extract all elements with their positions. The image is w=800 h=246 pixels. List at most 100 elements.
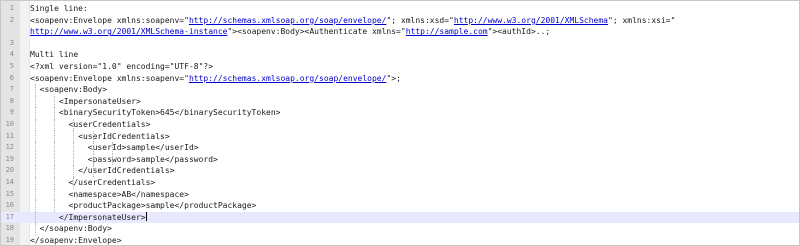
code-lines[interactable]: 1 Single line: 2 <soapenv:Envelope xmlns:so… — [1, 3, 799, 246]
line-number: 4 — [9, 50, 14, 59]
line-text: <binarySecurityToken>645</binarySecurity… — [30, 107, 281, 119]
line-text: http://www.w3.org/2001/XMLSchema-instanc… — [30, 26, 550, 38]
line-text: </soapenv:Envelope> — [30, 235, 122, 246]
line-text: Multi line — [30, 49, 78, 61]
indent-guide — [34, 153, 36, 166]
line-text: </ImpersonateUser> — [30, 211, 147, 224]
line-number: 8 — [9, 96, 14, 105]
line-number: 19 — [5, 154, 14, 163]
code-line[interactable]: 7 <soapenv:Body> — [1, 84, 799, 96]
indent-guide — [92, 153, 94, 166]
line-number: 2 — [9, 15, 14, 24]
line-text: </userIdCredentials> — [30, 165, 175, 177]
code-line[interactable]: 3 — [1, 38, 799, 50]
code-line[interactable]: 4 Multi line — [1, 49, 799, 61]
indent-guide — [54, 130, 56, 143]
indent-guide — [111, 142, 113, 154]
url-link[interactable]: http://schemas.xmlsoap.org/soap/envelope… — [189, 16, 386, 25]
indent-guide — [73, 142, 75, 154]
url-link[interactable]: http://sample.com — [406, 27, 488, 36]
line-number: 7 — [9, 85, 14, 94]
indent-guide — [92, 142, 94, 154]
line-text: Single line: — [30, 3, 88, 15]
line-number: 18 — [5, 224, 14, 233]
indent-guide — [34, 95, 36, 108]
code-line[interactable]: 10 <userCredentials> — [1, 118, 799, 131]
code-line[interactable]: 6 <soapenv:Envelope xmlns:soapenv="http:/… — [1, 73, 799, 85]
line-number: 10 — [5, 119, 14, 128]
line-number: 16 — [5, 201, 14, 210]
indent-guide — [34, 107, 36, 119]
code-line[interactable]: 20 </userIdCredentials> — [1, 165, 799, 177]
indent-guide — [73, 165, 75, 177]
indent-guide — [34, 223, 36, 235]
line-text: <productPackage>sample</productPackage> — [30, 200, 257, 212]
code-text: <soapenv:Envelope xmlns:soapenv=" — [30, 15, 189, 25]
code-line[interactable]: 18 </soapenv:Body> — [1, 223, 799, 235]
line-text: <userIdCredentials> — [30, 131, 170, 143]
text-editor[interactable]: 1 Single line: 2 <soapenv:Envelope xmlns:so… — [0, 0, 800, 246]
line-number: 3 — [9, 38, 14, 47]
line-text: <userId>sample</userId> — [30, 142, 199, 154]
url-link[interactable]: http://www.w3.org/2001/XMLSchema — [454, 16, 608, 25]
indent-guide — [54, 165, 56, 177]
code-line[interactable]: 15 <namespace>AB</namespace> — [1, 188, 799, 201]
indent-guide — [34, 130, 36, 143]
code-text: <ImpersonateUser> — [30, 96, 141, 106]
code-line[interactable]: 8 <ImpersonateUser> — [1, 95, 799, 108]
indent-guide — [73, 118, 75, 131]
code-text: <?xml version="1.0" encoding="UTF-8"?> — [30, 61, 214, 71]
code-text: <userId>sample</userId> — [30, 143, 199, 153]
code-text: <soapenv:Envelope xmlns:soapenv=" — [30, 73, 189, 83]
line-text: </userCredentials> — [30, 177, 156, 189]
line-text: </soapenv:Body> — [30, 223, 112, 235]
code-line[interactable]: 2 <soapenv:Envelope xmlns:soapenv="http:/… — [1, 15, 799, 27]
code-line-current[interactable]: 17 </ImpersonateUser> — [1, 211, 799, 224]
indent-guide — [73, 130, 75, 143]
code-line[interactable]: 11 <userIdCredentials> — [1, 130, 799, 143]
code-line[interactable]: 5 <?xml version="1.0" encoding="UTF-8"?> — [1, 61, 799, 73]
code-line[interactable]: 9 <binarySecurityToken>645</binarySecuri… — [1, 107, 799, 119]
indent-guide — [111, 153, 113, 166]
indent-guide — [34, 188, 36, 201]
code-line[interactable]: 1 Single line: — [1, 3, 799, 15]
line-text: <ImpersonateUser> — [30, 96, 141, 108]
code-line[interactable]: 19 <password>sample</password> — [1, 153, 799, 166]
line-number: 12 — [5, 143, 14, 152]
code-line[interactable]: http://www.w3.org/2001/XMLSchema-instanc… — [1, 26, 799, 38]
indent-guide — [54, 188, 56, 201]
line-text: <soapenv:Envelope xmlns:soapenv="http://… — [30, 15, 675, 27]
code-text: </userIdCredentials> — [30, 166, 175, 176]
url-link[interactable]: http://schemas.xmlsoap.org/soap/envelope… — [189, 74, 386, 83]
line-number: 20 — [5, 166, 14, 175]
code-text: <productPackage>sample</productPackage> — [30, 201, 257, 211]
indent-guide — [54, 200, 56, 212]
code-line[interactable]: 14 </userCredentials> — [1, 176, 799, 189]
code-text: "; xmlns:xsi=" — [608, 15, 676, 25]
code-text: <userIdCredentials> — [30, 131, 170, 141]
code-text: </ImpersonateUser> — [30, 212, 146, 222]
code-text: "><soapenv:Body><Authenticate xmlns=" — [227, 27, 406, 37]
code-text: Multi line — [30, 50, 79, 60]
line-number: 9 — [9, 108, 14, 117]
indent-guide — [54, 107, 56, 119]
indent-guide — [34, 165, 36, 177]
line-number: 11 — [5, 131, 14, 140]
indent-guide — [34, 142, 36, 154]
code-line[interactable]: 16 <productPackage>sample</productPackag… — [1, 200, 799, 212]
indent-guide — [92, 165, 94, 177]
code-line[interactable]: 12 <userId>sample</userId> — [1, 142, 799, 154]
url-link[interactable]: http://www.w3.org/2001/XMLSchema-instanc… — [30, 27, 227, 36]
code-text: <binarySecurityToken>645</binarySecurity… — [30, 108, 281, 118]
code-text: </soapenv:Body> — [30, 224, 112, 234]
indent-guide — [34, 84, 36, 96]
line-number: 17 — [5, 212, 14, 221]
code-text: "; xmlns:xsd=" — [386, 15, 454, 25]
line-number: 1 — [9, 4, 14, 12]
code-text: </soapenv:Envelope> — [30, 235, 122, 245]
line-text: <soapenv:Body> — [30, 84, 107, 96]
indent-guide — [92, 130, 94, 143]
code-line[interactable]: 19 </soapenv:Envelope> — [1, 235, 799, 246]
indent-guide — [34, 211, 36, 224]
line-text: <?xml version="1.0" encoding="UTF-8"?> — [30, 61, 213, 73]
